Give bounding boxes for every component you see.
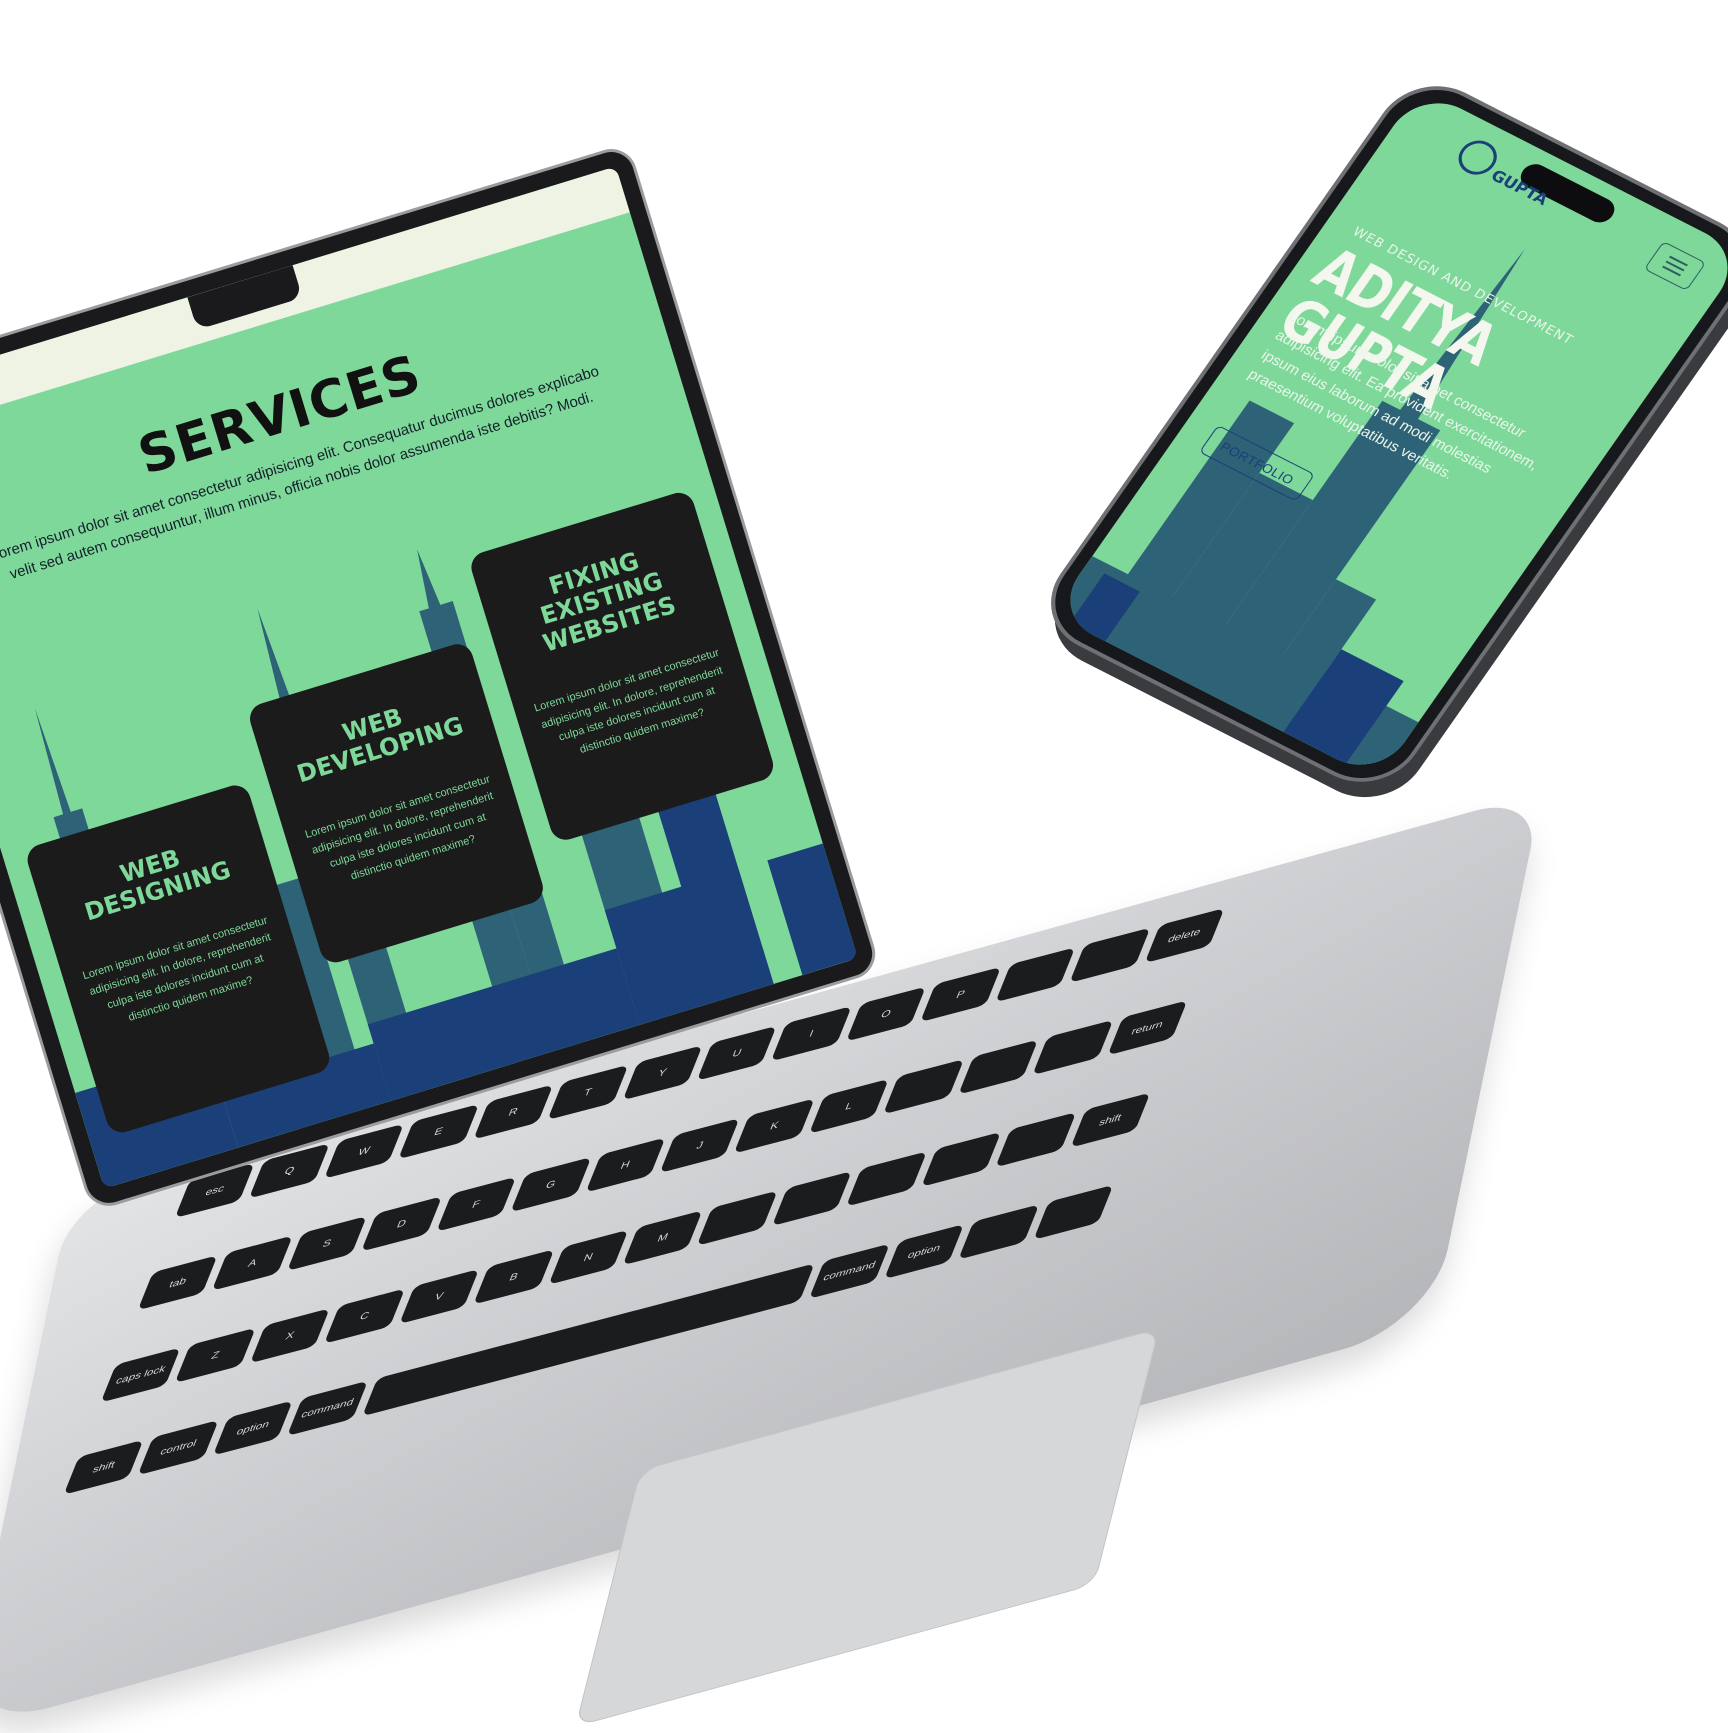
- logo-text: GUPTA: [1487, 165, 1553, 209]
- key: M: [622, 1210, 704, 1266]
- key: command: [287, 1380, 368, 1436]
- key: S: [286, 1215, 368, 1272]
- key: option: [212, 1400, 294, 1456]
- phone-mockup: GUPTA WEB DESIGN AND DEVELOPMENT ADITYA …: [1028, 60, 1728, 801]
- key: control: [138, 1420, 219, 1476]
- key: H: [585, 1137, 666, 1193]
- card-title: WEB DESIGNING: [81, 843, 235, 927]
- key: [883, 1059, 964, 1115]
- key: G: [510, 1157, 591, 1213]
- site-logo[interactable]: GUPTA: [1451, 134, 1561, 210]
- key: [771, 1170, 853, 1227]
- key: N: [547, 1229, 629, 1285]
- key: D: [361, 1196, 442, 1252]
- key: option: [883, 1224, 965, 1280]
- key: V: [398, 1268, 480, 1325]
- key: F: [435, 1176, 517, 1232]
- key: command: [809, 1243, 890, 1299]
- key: [957, 1039, 1039, 1095]
- key: L: [808, 1078, 890, 1134]
- laptop-lid: SERVICES Lorem ipsum dolor sit amet cons…: [0, 87, 882, 1213]
- service-card-web-developing[interactable]: WEB DEVELOPING Lorem ipsum dolor sit ame…: [246, 640, 547, 967]
- key: C: [324, 1288, 405, 1344]
- key: [920, 1131, 1002, 1187]
- card-title: FIXING EXISTING WEBSITES: [537, 546, 680, 658]
- key: Z: [175, 1327, 256, 1383]
- key: [1032, 1019, 1113, 1076]
- card-text: Lorem ipsum dolor sit amet consectetur a…: [303, 773, 495, 883]
- phone-screen: GUPTA WEB DESIGN AND DEVELOPMENT ADITYA …: [1051, 87, 1728, 781]
- key: J: [659, 1117, 741, 1174]
- menu-button[interactable]: [1643, 241, 1707, 291]
- key: X: [249, 1308, 331, 1364]
- key: A: [212, 1235, 293, 1291]
- key: [697, 1190, 778, 1246]
- key: K: [734, 1098, 815, 1154]
- key: [846, 1151, 927, 1207]
- key: [995, 1112, 1076, 1168]
- card-text: Lorem ipsum dolor sit amet consectetur a…: [81, 914, 273, 1024]
- phone-body: GUPTA WEB DESIGN AND DEVELOPMENT ADITYA …: [1028, 67, 1728, 801]
- card-text: Lorem ipsum dolor sit amet consectetur a…: [532, 646, 724, 756]
- key: B: [473, 1249, 554, 1305]
- card-title: WEB DEVELOPING: [293, 702, 467, 789]
- key: [958, 1204, 1039, 1260]
